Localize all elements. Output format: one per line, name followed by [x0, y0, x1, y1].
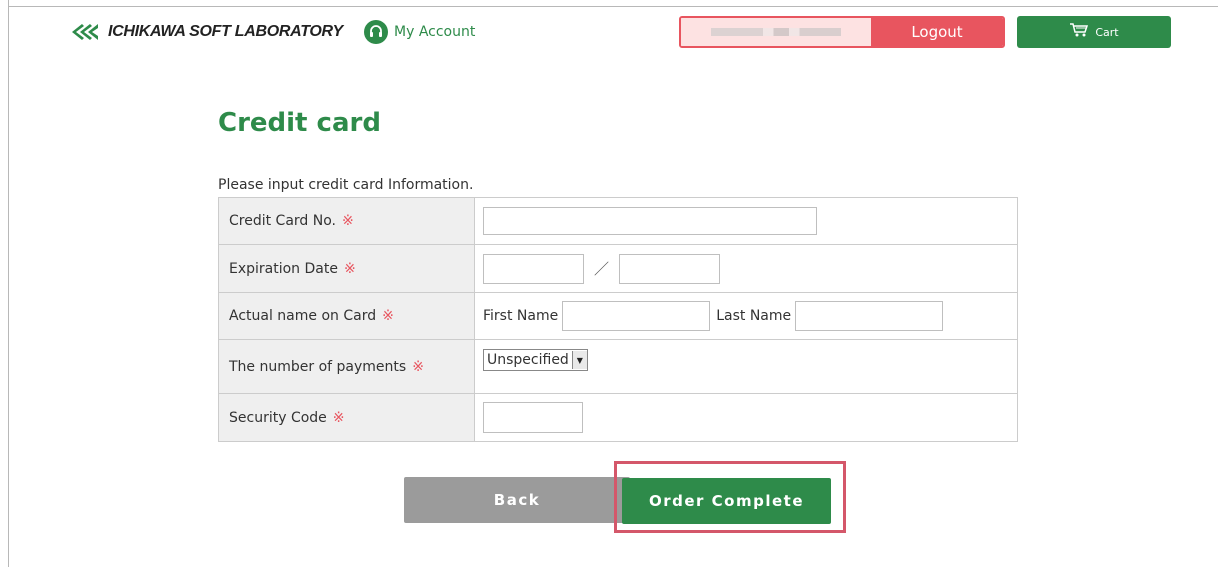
user-session-box: Logout — [679, 16, 1005, 48]
required-mark: ※ — [382, 308, 394, 324]
page-title: Credit card — [218, 108, 381, 138]
form-instruction: Please input credit card Information. — [218, 177, 474, 193]
headset-icon — [364, 20, 388, 44]
field-cell — [474, 393, 1018, 442]
required-mark: ※ — [412, 358, 424, 375]
back-button[interactable]: Back — [404, 477, 630, 523]
field-label-text: Actual name on Card — [229, 308, 377, 324]
field-cell — [474, 197, 1018, 245]
first-name-input[interactable] — [562, 301, 711, 331]
user-name-redacted — [681, 18, 871, 46]
field-label: Security Code ※ — [218, 393, 475, 442]
security-code-input[interactable] — [483, 402, 583, 433]
expiration-year-input[interactable] — [619, 253, 721, 284]
cart-label: Cart — [1095, 25, 1119, 39]
field-cell: First Name Last Name — [474, 292, 1018, 340]
card-number-input[interactable] — [483, 207, 817, 235]
payments-select[interactable]: Unspecified ▼ — [483, 349, 588, 371]
cart-button[interactable]: Cart — [1017, 16, 1171, 48]
last-name-input[interactable] — [795, 301, 944, 331]
field-label-text: The number of payments — [229, 358, 407, 375]
field-cell: ／ — [474, 244, 1018, 293]
expiration-inputs: ／ — [483, 253, 1016, 284]
last-name-label: Last Name — [716, 308, 792, 324]
expiration-month-input[interactable] — [483, 253, 584, 284]
chevron-down-icon: ▼ — [571, 351, 587, 369]
credit-card-form: Credit Card No. ※ Expiration Date ※ ／ Actu… — [218, 197, 1018, 442]
brand-name: ICHIKAWA SOFT LABORATORY — [108, 23, 343, 40]
form-row-card-name: Actual name on Card ※ First Name Last Nam… — [218, 292, 1018, 340]
required-mark: ※ — [332, 409, 345, 426]
brand-logo[interactable]: ICHIKAWA SOFT LABORATORY — [70, 20, 343, 44]
redacted-text — [711, 28, 841, 36]
date-separator: ／ — [594, 260, 610, 278]
required-mark: ※ — [343, 260, 356, 277]
frame-border-top — [8, 6, 1218, 7]
field-label: The number of payments ※ — [218, 339, 475, 394]
form-row-expiration: Expiration Date ※ ／ — [218, 244, 1018, 293]
diamond-logo-icon — [70, 22, 100, 42]
card-name-inputs: First Name Last Name — [483, 301, 1016, 331]
field-cell: Unspecified ▼ — [474, 339, 1018, 394]
form-row-card-number: Credit Card No. ※ — [218, 197, 1018, 245]
field-label: Expiration Date ※ — [218, 244, 475, 293]
shopping-cart-icon — [1069, 22, 1089, 42]
field-label-text: Security Code — [229, 409, 327, 426]
order-complete-button[interactable]: Order Complete — [622, 478, 831, 524]
field-label-text: Expiration Date — [229, 260, 338, 277]
payments-select-value: Unspecified — [487, 352, 569, 368]
form-row-payments: The number of payments ※ Unspecified ▼ — [218, 339, 1018, 394]
my-account-link[interactable]: My Account — [364, 18, 475, 46]
logout-button[interactable]: Logout — [871, 18, 1003, 46]
field-label-text: Credit Card No. — [229, 213, 336, 229]
field-label: Actual name on Card ※ — [218, 292, 475, 340]
required-mark: ※ — [342, 213, 354, 229]
first-name-label: First Name — [483, 308, 559, 324]
my-account-label: My Account — [394, 24, 476, 40]
frame-border-left — [8, 0, 9, 567]
field-label: Credit Card No. ※ — [218, 197, 475, 245]
form-row-security-code: Security Code ※ — [218, 393, 1018, 442]
